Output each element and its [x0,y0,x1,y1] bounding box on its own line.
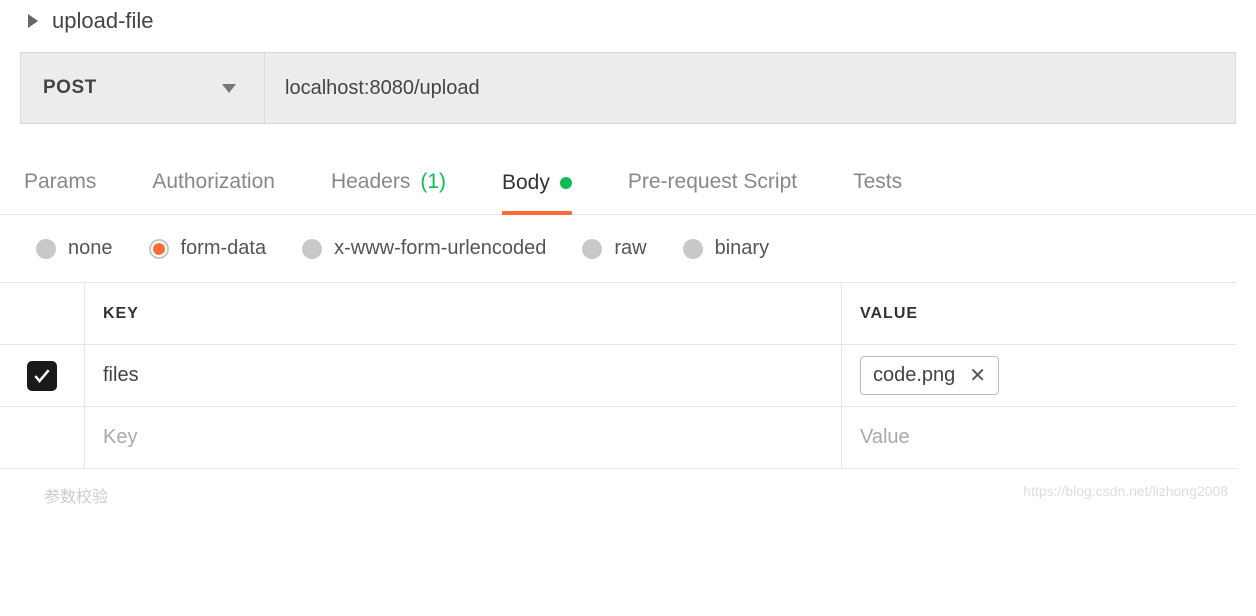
request-name[interactable]: upload-file [52,8,154,34]
radio-icon [302,239,322,259]
checkbox-header-cell [0,283,84,344]
radio-raw[interactable]: raw [582,237,646,260]
value-header: VALUE [842,283,1236,344]
request-url-bar: POST localhost:8080/upload [20,52,1236,124]
value-cell[interactable]: code.png ✕ [842,345,1236,406]
dot-indicator-icon [560,177,572,189]
row-checkbox-cell [0,407,84,468]
radio-urlencoded[interactable]: x-www-form-urlencoded [302,237,546,260]
table-header-row: KEY VALUE [0,283,1236,345]
chevron-down-icon [222,84,236,93]
radio-form-data[interactable]: form-data [149,237,267,260]
table-row-empty: Key Value [0,407,1236,469]
key-input[interactable]: Key [84,407,842,468]
radio-binary[interactable]: binary [683,237,769,260]
value-input[interactable]: Value [842,407,1236,468]
radio-icon [582,239,602,259]
radio-icon [36,239,56,259]
close-icon[interactable]: ✕ [969,363,986,388]
headers-count: (1) [420,170,446,194]
body-type-radios: none form-data x-www-form-urlencoded raw… [0,215,1256,282]
url-input[interactable]: localhost:8080/upload [265,53,1235,123]
radio-icon [149,239,169,259]
url-text: localhost:8080/upload [285,77,480,100]
radio-binary-label: binary [715,237,769,260]
tab-pre-request[interactable]: Pre-request Script [628,170,797,214]
footer: 参数校验 https://blog.csdn.net/lizhong2008 [0,469,1256,507]
checkbox-checked-icon [27,361,57,391]
radio-form-data-label: form-data [181,237,267,260]
radio-urlencoded-label: x-www-form-urlencoded [334,237,546,260]
radio-icon [683,239,703,259]
form-data-table: KEY VALUE files code.png ✕ Key Value [0,282,1236,469]
radio-none-label: none [68,237,113,260]
tab-headers-label: Headers [331,170,410,194]
table-row: files code.png ✕ [0,345,1236,407]
method-label: POST [43,77,97,99]
radio-raw-label: raw [614,237,646,260]
key-value: files [103,364,139,387]
request-tabs: Params Authorization Headers (1) Body Pr… [0,124,1256,215]
file-name: code.png [873,364,955,387]
row-checkbox-cell[interactable] [0,345,84,406]
request-header: upload-file [0,0,1256,52]
method-dropdown[interactable]: POST [21,53,265,123]
footer-left-text: 参数校验 [44,483,108,507]
tab-headers[interactable]: Headers (1) [331,170,446,214]
watermark: https://blog.csdn.net/lizhong2008 [1023,483,1228,507]
tab-body-label: Body [502,171,550,195]
tab-params[interactable]: Params [24,170,96,214]
tab-tests[interactable]: Tests [853,170,902,214]
tab-body[interactable]: Body [502,170,572,215]
key-header: KEY [84,283,842,344]
radio-none[interactable]: none [36,237,113,260]
tab-authorization[interactable]: Authorization [152,170,275,214]
caret-right-icon[interactable] [28,14,38,28]
key-cell[interactable]: files [84,345,842,406]
file-chip: code.png ✕ [860,356,999,395]
